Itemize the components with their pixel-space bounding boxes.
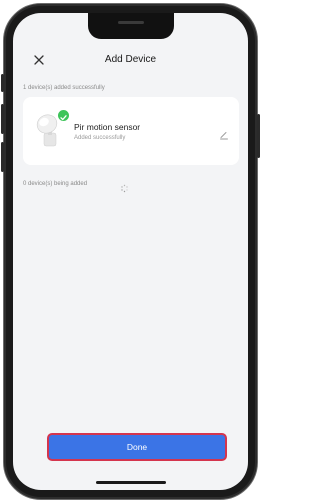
speaker (118, 21, 144, 24)
check-icon (57, 109, 70, 122)
side-button (1, 74, 4, 92)
side-button (1, 104, 4, 134)
side-button (1, 142, 4, 172)
device-name: Pir motion sensor (74, 122, 141, 132)
home-indicator[interactable] (96, 481, 166, 484)
added-count-text: 1 device(s) added successfully (23, 85, 105, 91)
done-button[interactable]: Done (47, 433, 227, 461)
spinner-icon (120, 180, 129, 193)
adding-count-text: 0 device(s) being added (23, 181, 88, 187)
notch (88, 13, 174, 39)
side-button (257, 114, 260, 158)
edit-icon[interactable] (219, 127, 229, 140)
device-status: Added successfully (74, 135, 126, 141)
device-card[interactable]: Pir motion sensor Added successfully (23, 97, 239, 165)
page-title: Add Device (104, 54, 157, 65)
phone-screen: Add Device 1 device(s) added successfull… (13, 13, 248, 490)
